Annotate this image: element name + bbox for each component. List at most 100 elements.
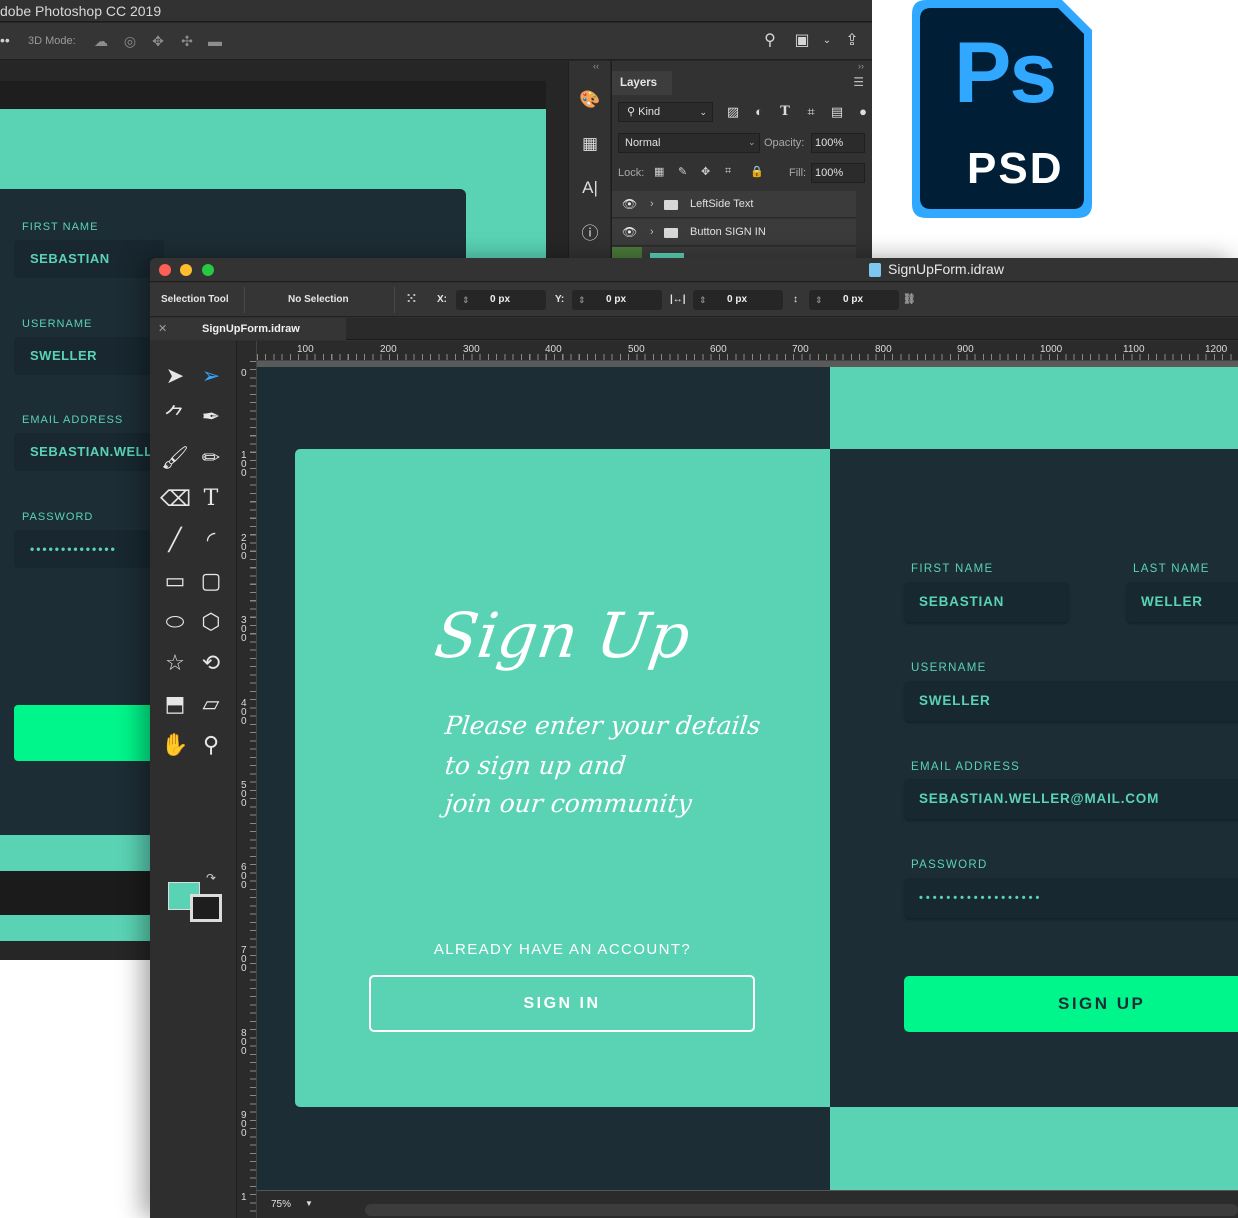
- already-have-account-text: ALREADY HAVE AN ACCOUNT?: [433, 941, 692, 958]
- shape-filter-icon[interactable]: ⌗: [802, 103, 820, 121]
- tab-layers[interactable]: Layers: [612, 71, 672, 95]
- layers-panel: ›› Layers ☰ ⚲ Kind ⌄ ▨ ◐ T ⌗ ▤ ● Normal …: [611, 61, 872, 261]
- last-name-field[interactable]: WELLER: [1126, 582, 1238, 622]
- zoom-icon[interactable]: ⚲: [196, 730, 226, 760]
- zoom-level[interactable]: 75%: [271, 1199, 291, 1210]
- eye-icon[interactable]: 👁: [622, 191, 637, 218]
- 3d-camera-icon[interactable]: ▬: [206, 33, 224, 49]
- sign-up-button-preview: [14, 705, 164, 761]
- blend-mode-select[interactable]: Normal: [618, 133, 760, 153]
- password-field: ••••••••••••••: [14, 530, 164, 568]
- chevron-right-icon[interactable]: ›: [650, 219, 654, 246]
- chevron-down-icon[interactable]: ▼: [305, 1199, 313, 1208]
- line-icon[interactable]: ╱: [160, 525, 190, 555]
- kind-filter-select[interactable]: ⚲ Kind ⌄: [618, 102, 713, 122]
- opacity-input[interactable]: 100%: [811, 133, 865, 153]
- adjustment-filter-icon[interactable]: ◐: [750, 103, 768, 121]
- image-filter-icon[interactable]: ▨: [724, 103, 742, 121]
- panel-menu-icon[interactable]: ☰: [853, 75, 864, 89]
- ps-logo-text: Ps: [954, 25, 1057, 121]
- stepper-icon[interactable]: ⇕: [699, 290, 707, 310]
- pencil-icon[interactable]: ✏: [196, 443, 226, 473]
- collapse-icon[interactable]: ‹‹: [593, 61, 599, 71]
- sign-in-button[interactable]: SIGN IN: [369, 975, 755, 1032]
- ellipse-icon[interactable]: ⬭: [160, 607, 190, 637]
- type-filter-icon[interactable]: T: [776, 103, 794, 121]
- expand-icon[interactable]: ››: [858, 61, 864, 71]
- arc-icon[interactable]: ◜: [196, 525, 226, 555]
- 3d-slide-icon[interactable]: ✣: [178, 33, 196, 49]
- filter-toggle-icon[interactable]: ●: [854, 103, 872, 121]
- search-icon[interactable]: ⚲: [760, 31, 780, 51]
- tab-signupform[interactable]: ✕ SignUpForm.idraw: [150, 318, 346, 340]
- username-field: SWELLER: [14, 337, 164, 375]
- align-grid-icon[interactable]: ⁙: [406, 291, 417, 307]
- text-icon[interactable]: T: [196, 484, 226, 514]
- chevron-down-icon[interactable]: ⌄: [817, 31, 837, 51]
- workspace-icon[interactable]: ▣: [792, 31, 812, 51]
- horizontal-ruler[interactable]: 100 200 300 400 500 600 700 800 900 1000…: [257, 341, 1238, 361]
- layer-row[interactable]: 👁 › Button SIGN IN: [612, 219, 856, 246]
- rectangle-icon[interactable]: ▭: [160, 566, 190, 596]
- crop-icon[interactable]: ⬒: [160, 689, 190, 719]
- palette-icon[interactable]: 🎨: [579, 89, 601, 111]
- lock-paint-icon[interactable]: ✎: [678, 165, 687, 178]
- 3d-orbit-icon[interactable]: ☁: [92, 33, 110, 49]
- document-icon: [869, 263, 881, 277]
- info-icon[interactable]: ⓘ: [579, 223, 601, 245]
- vertical-ruler[interactable]: 0 100 200 300 400 500 600 700 800 900 1: [237, 341, 257, 1218]
- grid-icon[interactable]: ▦: [579, 133, 601, 155]
- arrow-icon[interactable]: ➤: [160, 361, 190, 391]
- swap-colors-icon[interactable]: ↷: [206, 871, 216, 885]
- stepper-icon[interactable]: ⇕: [578, 290, 586, 310]
- 3d-roll-icon[interactable]: ◎: [121, 33, 139, 49]
- hand-icon[interactable]: ✋: [160, 730, 190, 760]
- direct-select-icon[interactable]: ➢: [196, 361, 226, 391]
- zoom-window-button[interactable]: [202, 264, 214, 276]
- lock-transparency-icon[interactable]: ▦: [654, 165, 664, 178]
- lock-all-icon[interactable]: 🔒: [750, 165, 764, 178]
- eraser-icon[interactable]: ⌫: [160, 484, 191, 514]
- username-field[interactable]: SWELLER: [904, 681, 1238, 721]
- width-icon: |↔|: [670, 294, 686, 305]
- close-icon[interactable]: ✕: [158, 318, 167, 340]
- height-input[interactable]: ⇕ 0 px: [809, 290, 899, 310]
- eye-icon[interactable]: 👁: [622, 219, 637, 246]
- tab-label: SignUpForm.idraw: [202, 323, 300, 335]
- sign-up-button[interactable]: SIGN UP: [904, 976, 1238, 1032]
- brush-icon[interactable]: 🖌: [160, 443, 190, 473]
- x-label: X:: [437, 294, 447, 305]
- polygon-icon[interactable]: ⬡: [196, 607, 226, 637]
- password-field[interactable]: ••••••••••••••••••: [904, 878, 1238, 918]
- chevron-right-icon[interactable]: ›: [650, 191, 654, 218]
- stroke-color-swatch[interactable]: [190, 894, 222, 922]
- background-teal-top: [830, 367, 1238, 449]
- lock-artboard-icon[interactable]: ⌗: [725, 165, 731, 178]
- y-position-input[interactable]: ⇕ 0 px: [572, 290, 662, 310]
- email-field[interactable]: SEBASTIAN.WELLER@MAIL.COM: [904, 779, 1238, 819]
- spiral-icon[interactable]: ⟲: [196, 648, 226, 678]
- rounded-rect-icon[interactable]: ▢: [196, 566, 226, 596]
- first-name-field[interactable]: SEBASTIAN: [904, 582, 1069, 622]
- x-position-input[interactable]: ⇕ 0 px: [456, 290, 546, 310]
- 3d-pan-icon[interactable]: ✥: [149, 33, 167, 49]
- node-icon[interactable]: ⺈: [160, 402, 190, 432]
- horizontal-scrollbar[interactable]: [365, 1204, 1238, 1216]
- pen-icon[interactable]: ✒: [196, 402, 226, 432]
- minimize-window-button[interactable]: [180, 264, 192, 276]
- smart-object-filter-icon[interactable]: ▤: [828, 103, 846, 121]
- close-window-button[interactable]: [159, 264, 171, 276]
- stepper-icon[interactable]: ⇕: [815, 290, 823, 310]
- design-canvas[interactable]: Sign Up Please enter your details to sig…: [257, 367, 1238, 1190]
- star-icon[interactable]: ☆: [160, 648, 190, 678]
- stepper-icon[interactable]: ⇕: [462, 290, 470, 310]
- skew-icon[interactable]: ▱: [196, 689, 226, 719]
- layer-row[interactable]: 👁 › LeftSide Text: [612, 191, 856, 218]
- fill-input[interactable]: 100%: [811, 163, 865, 183]
- character-icon[interactable]: A|: [579, 177, 601, 199]
- constrain-proportions-icon[interactable]: ⛓: [903, 294, 916, 305]
- share-icon[interactable]: ⇪: [842, 31, 862, 51]
- more-options-icon[interactable]: ••: [0, 32, 10, 48]
- lock-position-icon[interactable]: ✥: [701, 165, 710, 178]
- width-input[interactable]: ⇕ 0 px: [693, 290, 783, 310]
